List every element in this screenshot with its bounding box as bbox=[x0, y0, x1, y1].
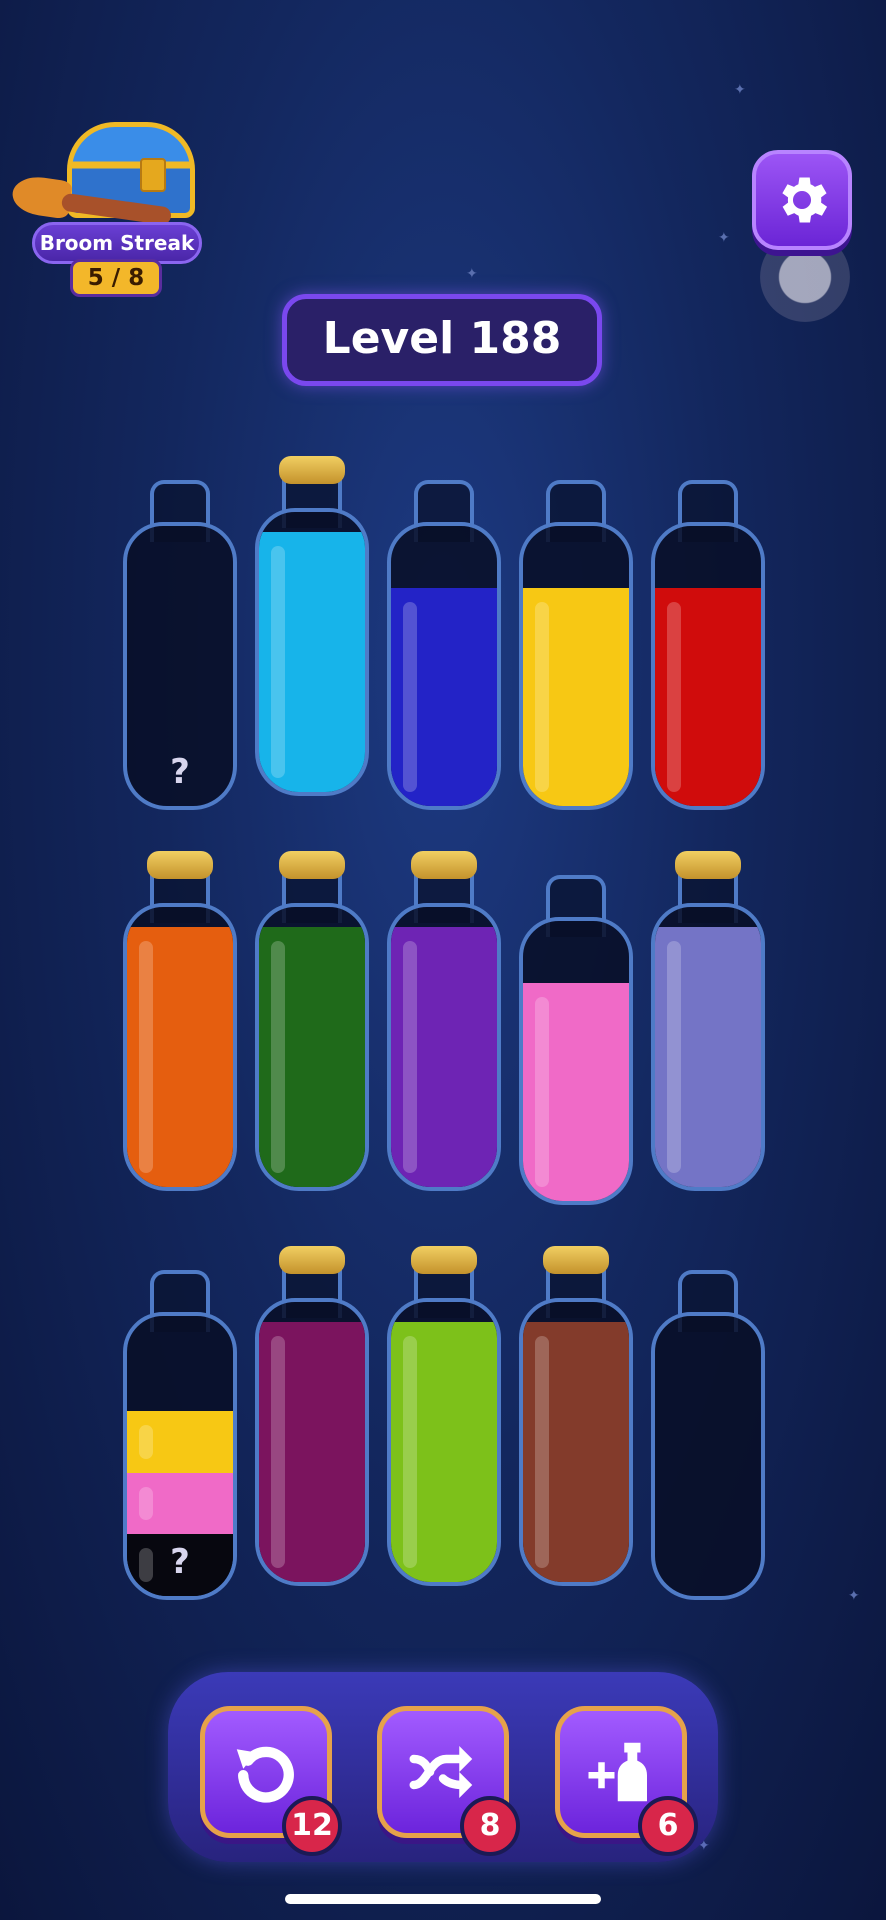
add-bottle-count-badge: 6 bbox=[638, 1796, 698, 1856]
bottle-body bbox=[651, 1312, 765, 1600]
bottle-body bbox=[519, 917, 633, 1205]
liquid-layer bbox=[655, 926, 761, 1187]
bottle-body bbox=[123, 903, 237, 1191]
bottle-body: ? bbox=[123, 522, 237, 810]
cork-icon bbox=[675, 851, 741, 879]
bottle[interactable]: ? bbox=[123, 470, 237, 830]
star-sparkle: ✦ bbox=[734, 82, 746, 98]
gear-icon bbox=[782, 177, 828, 223]
liquid-layer bbox=[523, 587, 629, 806]
bottle-body bbox=[387, 522, 501, 810]
bottle-body bbox=[387, 1298, 501, 1586]
cork-icon bbox=[279, 1246, 345, 1274]
bottle-body bbox=[255, 903, 369, 1191]
bottle[interactable] bbox=[651, 851, 765, 1211]
liquid-layer bbox=[391, 1321, 497, 1582]
bottle[interactable] bbox=[651, 1260, 765, 1620]
liquid-layer bbox=[391, 587, 497, 806]
liquid-layer bbox=[523, 1321, 629, 1582]
liquid-layer bbox=[523, 982, 629, 1201]
undo-icon bbox=[236, 1746, 294, 1803]
liquid-layer bbox=[655, 587, 761, 806]
star-sparkle: ✦ bbox=[848, 1588, 860, 1604]
liquid-layer bbox=[127, 926, 233, 1187]
cork-icon bbox=[411, 1246, 477, 1274]
bottle[interactable] bbox=[519, 865, 633, 1225]
bottle[interactable] bbox=[255, 851, 369, 1211]
bottle[interactable] bbox=[387, 1246, 501, 1606]
bottle[interactable] bbox=[519, 470, 633, 830]
home-indicator bbox=[285, 1894, 601, 1904]
bottle[interactable] bbox=[387, 470, 501, 830]
liquid-layer bbox=[127, 1411, 233, 1473]
bottle-body bbox=[519, 522, 633, 810]
bottle-body bbox=[387, 903, 501, 1191]
liquid-layer bbox=[127, 1472, 233, 1535]
liquid-layer bbox=[259, 1321, 365, 1582]
shuffle-icon bbox=[409, 1746, 473, 1798]
bottle[interactable] bbox=[387, 851, 501, 1211]
bottle-body bbox=[651, 522, 765, 810]
bottle[interactable] bbox=[255, 1246, 369, 1606]
bottle-body bbox=[255, 1298, 369, 1586]
chest-lock-icon bbox=[140, 158, 166, 192]
bottle-body bbox=[255, 508, 369, 796]
broom-streak-badge[interactable]: Broom Streak 5 / 8 bbox=[10, 118, 212, 303]
liquid-layer bbox=[259, 531, 365, 792]
broom-streak-count: 5 / 8 bbox=[70, 259, 162, 297]
bottle[interactable] bbox=[123, 851, 237, 1211]
liquid-layer bbox=[259, 926, 365, 1187]
bottle-body bbox=[651, 903, 765, 1191]
cork-icon bbox=[411, 851, 477, 879]
cork-icon bbox=[279, 851, 345, 879]
cork-icon bbox=[279, 456, 345, 484]
undo-count-badge: 12 bbox=[282, 1796, 342, 1856]
hidden-layer-mark: ? bbox=[170, 752, 190, 792]
bottle-body: ? bbox=[123, 1312, 237, 1600]
bottle[interactable]: ? bbox=[123, 1260, 237, 1620]
add-bottle-icon bbox=[588, 1742, 647, 1802]
bottle[interactable] bbox=[519, 1246, 633, 1606]
shuffle-count-badge: 8 bbox=[460, 1796, 520, 1856]
level-banner: Level 188 bbox=[282, 294, 602, 386]
broom-streak-label: Broom Streak bbox=[32, 222, 202, 264]
bottle[interactable] bbox=[651, 470, 765, 830]
star-sparkle: ✦ bbox=[466, 266, 478, 282]
hidden-layer-mark: ? bbox=[170, 1542, 190, 1582]
liquid-layer bbox=[391, 926, 497, 1187]
game-screen: ✦ ✦ ✦ ✦ ✦ Broom Streak 5 / 8 Level 188 ?… bbox=[0, 0, 886, 1920]
bottle-body bbox=[519, 1298, 633, 1586]
settings-button[interactable] bbox=[752, 150, 852, 250]
bottle[interactable] bbox=[255, 456, 369, 816]
cork-icon bbox=[543, 1246, 609, 1274]
star-sparkle: ✦ bbox=[718, 230, 730, 246]
cork-icon bbox=[147, 851, 213, 879]
